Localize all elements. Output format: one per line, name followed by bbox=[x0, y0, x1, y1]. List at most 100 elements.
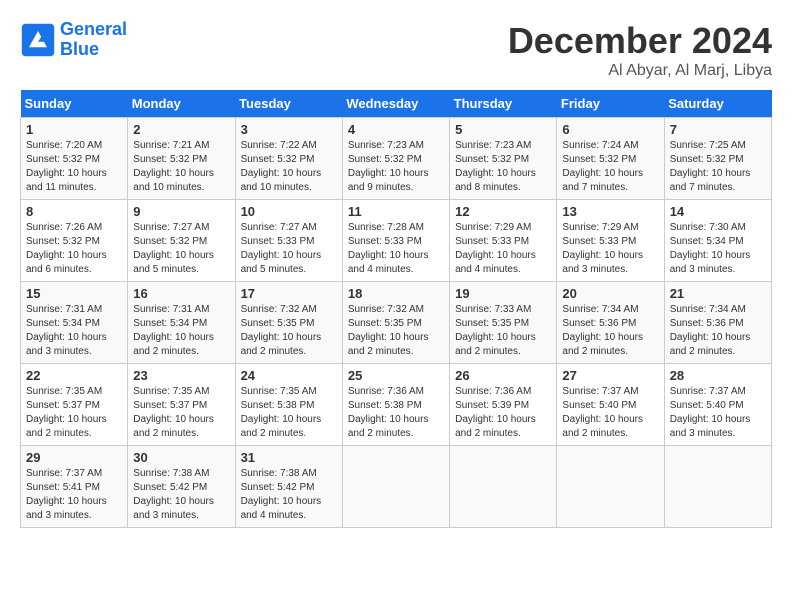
calendar-cell bbox=[557, 446, 664, 528]
day-number: 21 bbox=[670, 286, 766, 301]
calendar-cell: 16 Sunrise: 7:31 AMSunset: 5:34 PMDaylig… bbox=[128, 282, 235, 364]
day-info: Sunrise: 7:29 AMSunset: 5:33 PMDaylight:… bbox=[455, 222, 536, 275]
header-sunday: Sunday bbox=[21, 90, 128, 118]
calendar-cell: 31 Sunrise: 7:38 AMSunset: 5:42 PMDaylig… bbox=[235, 446, 342, 528]
day-number: 3 bbox=[241, 122, 337, 137]
calendar-cell: 26 Sunrise: 7:36 AMSunset: 5:39 PMDaylig… bbox=[450, 364, 557, 446]
day-number: 9 bbox=[133, 204, 229, 219]
calendar-cell: 11 Sunrise: 7:28 AMSunset: 5:33 PMDaylig… bbox=[342, 200, 449, 282]
day-number: 5 bbox=[455, 122, 551, 137]
calendar-cell: 18 Sunrise: 7:32 AMSunset: 5:35 PMDaylig… bbox=[342, 282, 449, 364]
week-row-1: 1 Sunrise: 7:20 AMSunset: 5:32 PMDayligh… bbox=[21, 118, 772, 200]
day-number: 29 bbox=[26, 450, 122, 465]
day-info: Sunrise: 7:22 AMSunset: 5:32 PMDaylight:… bbox=[241, 140, 322, 193]
day-info: Sunrise: 7:21 AMSunset: 5:32 PMDaylight:… bbox=[133, 140, 214, 193]
day-number: 12 bbox=[455, 204, 551, 219]
week-row-2: 8 Sunrise: 7:26 AMSunset: 5:32 PMDayligh… bbox=[21, 200, 772, 282]
day-info: Sunrise: 7:34 AMSunset: 5:36 PMDaylight:… bbox=[670, 304, 751, 357]
day-info: Sunrise: 7:24 AMSunset: 5:32 PMDaylight:… bbox=[562, 140, 643, 193]
day-info: Sunrise: 7:38 AMSunset: 5:42 PMDaylight:… bbox=[133, 468, 214, 521]
header-monday: Monday bbox=[128, 90, 235, 118]
header-tuesday: Tuesday bbox=[235, 90, 342, 118]
day-info: Sunrise: 7:25 AMSunset: 5:32 PMDaylight:… bbox=[670, 140, 751, 193]
week-row-5: 29 Sunrise: 7:37 AMSunset: 5:41 PMDaylig… bbox=[21, 446, 772, 528]
day-info: Sunrise: 7:27 AMSunset: 5:33 PMDaylight:… bbox=[241, 222, 322, 275]
calendar-cell: 14 Sunrise: 7:30 AMSunset: 5:34 PMDaylig… bbox=[664, 200, 771, 282]
day-number: 19 bbox=[455, 286, 551, 301]
calendar-cell: 21 Sunrise: 7:34 AMSunset: 5:36 PMDaylig… bbox=[664, 282, 771, 364]
title-area: December 2024 Al Abyar, Al Marj, Libya bbox=[508, 20, 772, 80]
calendar-cell: 28 Sunrise: 7:37 AMSunset: 5:40 PMDaylig… bbox=[664, 364, 771, 446]
location: Al Abyar, Al Marj, Libya bbox=[508, 62, 772, 80]
calendar-cell: 25 Sunrise: 7:36 AMSunset: 5:38 PMDaylig… bbox=[342, 364, 449, 446]
day-info: Sunrise: 7:29 AMSunset: 5:33 PMDaylight:… bbox=[562, 222, 643, 275]
logo-icon bbox=[20, 22, 56, 58]
day-number: 18 bbox=[348, 286, 444, 301]
day-info: Sunrise: 7:36 AMSunset: 5:39 PMDaylight:… bbox=[455, 386, 536, 439]
week-row-4: 22 Sunrise: 7:35 AMSunset: 5:37 PMDaylig… bbox=[21, 364, 772, 446]
calendar-cell: 23 Sunrise: 7:35 AMSunset: 5:37 PMDaylig… bbox=[128, 364, 235, 446]
day-number: 1 bbox=[26, 122, 122, 137]
week-row-3: 15 Sunrise: 7:31 AMSunset: 5:34 PMDaylig… bbox=[21, 282, 772, 364]
day-info: Sunrise: 7:31 AMSunset: 5:34 PMDaylight:… bbox=[133, 304, 214, 357]
calendar-cell: 2 Sunrise: 7:21 AMSunset: 5:32 PMDayligh… bbox=[128, 118, 235, 200]
month-title: December 2024 bbox=[508, 20, 772, 62]
calendar-cell: 4 Sunrise: 7:23 AMSunset: 5:32 PMDayligh… bbox=[342, 118, 449, 200]
calendar-table: SundayMondayTuesdayWednesdayThursdayFrid… bbox=[20, 90, 772, 528]
header: General Blue December 2024 Al Abyar, Al … bbox=[20, 20, 772, 80]
day-info: Sunrise: 7:35 AMSunset: 5:37 PMDaylight:… bbox=[26, 386, 107, 439]
day-info: Sunrise: 7:32 AMSunset: 5:35 PMDaylight:… bbox=[348, 304, 429, 357]
day-number: 22 bbox=[26, 368, 122, 383]
calendar-cell: 17 Sunrise: 7:32 AMSunset: 5:35 PMDaylig… bbox=[235, 282, 342, 364]
header-thursday: Thursday bbox=[450, 90, 557, 118]
day-info: Sunrise: 7:37 AMSunset: 5:40 PMDaylight:… bbox=[562, 386, 643, 439]
day-info: Sunrise: 7:37 AMSunset: 5:41 PMDaylight:… bbox=[26, 468, 107, 521]
day-number: 20 bbox=[562, 286, 658, 301]
calendar-cell: 29 Sunrise: 7:37 AMSunset: 5:41 PMDaylig… bbox=[21, 446, 128, 528]
calendar-cell bbox=[342, 446, 449, 528]
day-info: Sunrise: 7:36 AMSunset: 5:38 PMDaylight:… bbox=[348, 386, 429, 439]
calendar-cell: 22 Sunrise: 7:35 AMSunset: 5:37 PMDaylig… bbox=[21, 364, 128, 446]
day-info: Sunrise: 7:38 AMSunset: 5:42 PMDaylight:… bbox=[241, 468, 322, 521]
calendar-cell: 9 Sunrise: 7:27 AMSunset: 5:32 PMDayligh… bbox=[128, 200, 235, 282]
day-number: 4 bbox=[348, 122, 444, 137]
day-number: 14 bbox=[670, 204, 766, 219]
calendar-cell: 24 Sunrise: 7:35 AMSunset: 5:38 PMDaylig… bbox=[235, 364, 342, 446]
day-number: 24 bbox=[241, 368, 337, 383]
calendar-cell: 15 Sunrise: 7:31 AMSunset: 5:34 PMDaylig… bbox=[21, 282, 128, 364]
day-info: Sunrise: 7:31 AMSunset: 5:34 PMDaylight:… bbox=[26, 304, 107, 357]
logo: General Blue bbox=[20, 20, 127, 60]
day-number: 2 bbox=[133, 122, 229, 137]
calendar-cell bbox=[664, 446, 771, 528]
logo-text: General Blue bbox=[60, 20, 127, 60]
calendar-header-row: SundayMondayTuesdayWednesdayThursdayFrid… bbox=[21, 90, 772, 118]
calendar-cell: 8 Sunrise: 7:26 AMSunset: 5:32 PMDayligh… bbox=[21, 200, 128, 282]
day-info: Sunrise: 7:35 AMSunset: 5:38 PMDaylight:… bbox=[241, 386, 322, 439]
day-info: Sunrise: 7:34 AMSunset: 5:36 PMDaylight:… bbox=[562, 304, 643, 357]
calendar-cell: 3 Sunrise: 7:22 AMSunset: 5:32 PMDayligh… bbox=[235, 118, 342, 200]
day-number: 11 bbox=[348, 204, 444, 219]
day-info: Sunrise: 7:28 AMSunset: 5:33 PMDaylight:… bbox=[348, 222, 429, 275]
day-info: Sunrise: 7:33 AMSunset: 5:35 PMDaylight:… bbox=[455, 304, 536, 357]
day-number: 30 bbox=[133, 450, 229, 465]
day-number: 17 bbox=[241, 286, 337, 301]
header-wednesday: Wednesday bbox=[342, 90, 449, 118]
calendar-cell bbox=[450, 446, 557, 528]
calendar-cell: 1 Sunrise: 7:20 AMSunset: 5:32 PMDayligh… bbox=[21, 118, 128, 200]
day-number: 26 bbox=[455, 368, 551, 383]
header-saturday: Saturday bbox=[664, 90, 771, 118]
day-info: Sunrise: 7:37 AMSunset: 5:40 PMDaylight:… bbox=[670, 386, 751, 439]
calendar-cell: 13 Sunrise: 7:29 AMSunset: 5:33 PMDaylig… bbox=[557, 200, 664, 282]
day-number: 31 bbox=[241, 450, 337, 465]
day-number: 15 bbox=[26, 286, 122, 301]
day-info: Sunrise: 7:32 AMSunset: 5:35 PMDaylight:… bbox=[241, 304, 322, 357]
calendar-cell: 7 Sunrise: 7:25 AMSunset: 5:32 PMDayligh… bbox=[664, 118, 771, 200]
day-info: Sunrise: 7:23 AMSunset: 5:32 PMDaylight:… bbox=[455, 140, 536, 193]
day-number: 6 bbox=[562, 122, 658, 137]
day-number: 8 bbox=[26, 204, 122, 219]
day-info: Sunrise: 7:23 AMSunset: 5:32 PMDaylight:… bbox=[348, 140, 429, 193]
calendar-cell: 5 Sunrise: 7:23 AMSunset: 5:32 PMDayligh… bbox=[450, 118, 557, 200]
day-number: 10 bbox=[241, 204, 337, 219]
calendar-cell: 12 Sunrise: 7:29 AMSunset: 5:33 PMDaylig… bbox=[450, 200, 557, 282]
calendar-cell: 20 Sunrise: 7:34 AMSunset: 5:36 PMDaylig… bbox=[557, 282, 664, 364]
